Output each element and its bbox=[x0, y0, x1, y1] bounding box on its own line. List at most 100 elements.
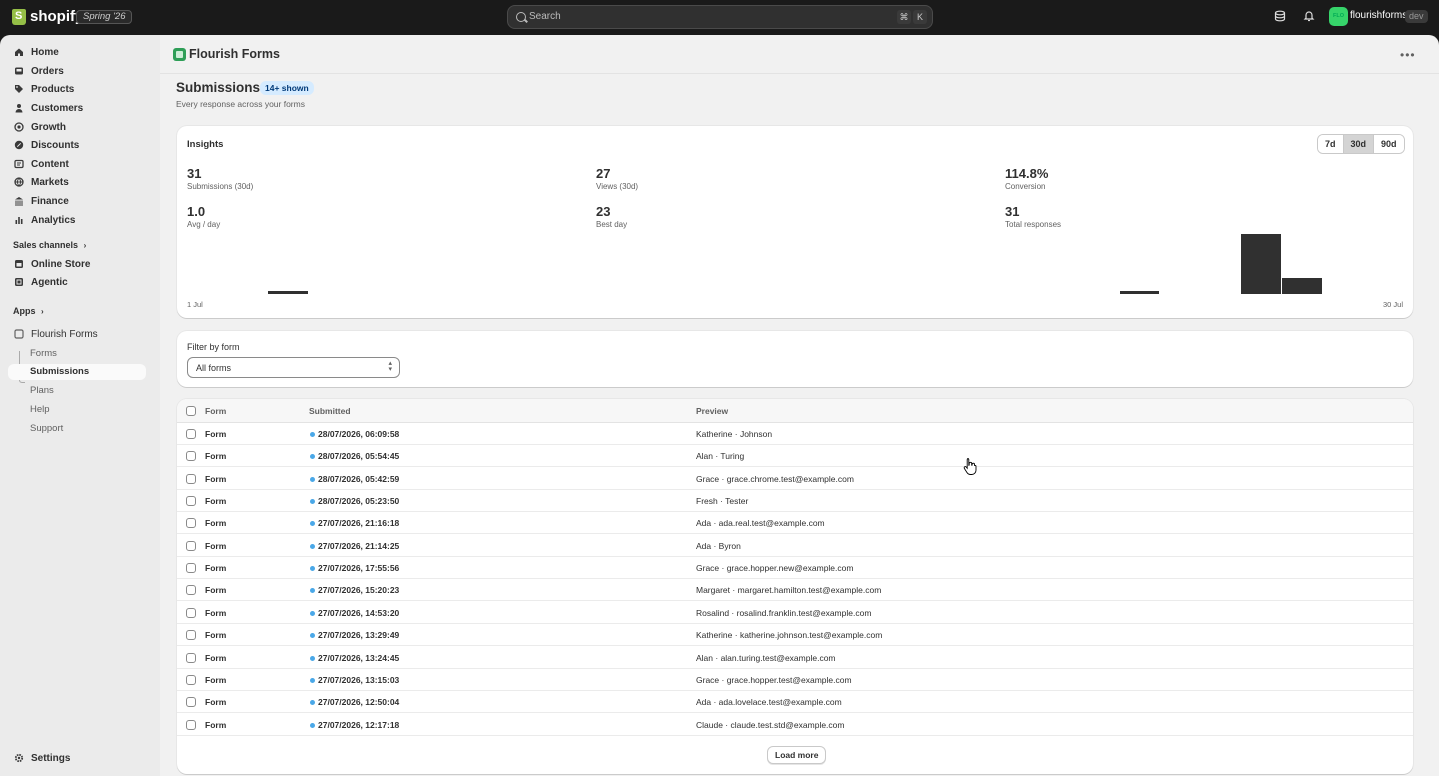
cell-submitted: 28/07/2026, 06:09:58 bbox=[318, 429, 400, 439]
sidebar-item-home[interactable]: Home bbox=[8, 43, 148, 61]
main-content: Flourish Forms ••• Submissions 14+ shown… bbox=[160, 35, 1439, 776]
range-90d-button[interactable]: 90d bbox=[1374, 135, 1404, 153]
row-checkbox[interactable] bbox=[186, 697, 196, 708]
cell-preview: Rosalind · rosalind.franklin.test@exampl… bbox=[696, 607, 872, 618]
tag-icon bbox=[15, 85, 23, 93]
status-dot-icon bbox=[310, 610, 315, 616]
row-checkbox[interactable] bbox=[186, 630, 196, 641]
table-row[interactable]: Form 27/07/2026, 21:16:18 Ada · ada.real.t… bbox=[177, 512, 1413, 535]
database-icon[interactable] bbox=[1273, 10, 1287, 24]
table-row[interactable]: Form 27/07/2026, 17:55:56 Grace · grace.ho… bbox=[177, 557, 1413, 580]
more-actions-icon[interactable]: ••• bbox=[1400, 48, 1416, 62]
cell-form: Form bbox=[205, 518, 227, 529]
sidebar-item-online-store[interactable]: Online Store bbox=[8, 255, 148, 273]
row-checkbox[interactable] bbox=[186, 585, 196, 596]
sidebar-item-markets[interactable]: Markets bbox=[8, 173, 148, 191]
table-row[interactable]: Form 28/07/2026, 05:54:45 Alan · Turing bbox=[177, 445, 1413, 468]
search-bar[interactable]: Search ⌘ K bbox=[507, 5, 933, 29]
table-row[interactable]: Form 27/07/2026, 12:50:04 Ada · ada.lovela… bbox=[177, 691, 1413, 714]
sidebar-subitem-help[interactable]: Help bbox=[30, 404, 50, 415]
shopify-logo[interactable]: shopify bbox=[12, 8, 83, 25]
table-row[interactable]: Form 27/07/2026, 21:14:25 Ada · Byron bbox=[177, 535, 1413, 557]
table-row[interactable]: Form 27/07/2026, 13:29:49 Katherine · kath… bbox=[177, 624, 1413, 647]
row-checkbox[interactable] bbox=[186, 719, 196, 730]
apps-heading[interactable]: Apps › bbox=[13, 306, 44, 316]
store-avatar[interactable]: FLO bbox=[1329, 7, 1348, 26]
row-checkbox[interactable] bbox=[186, 674, 196, 685]
store-name[interactable]: flourishforms bbox=[1350, 10, 1407, 21]
sidebar-item-analytics[interactable]: Analytics bbox=[8, 211, 148, 229]
cell-form: Form bbox=[205, 451, 227, 462]
row-checkbox[interactable] bbox=[186, 563, 196, 574]
table-row[interactable]: Form 28/07/2026, 05:23:50 Fresh · Tester bbox=[177, 490, 1413, 513]
chart-bar bbox=[1119, 291, 1160, 294]
column-header-preview[interactable]: Preview bbox=[696, 406, 728, 416]
cell-form: Form bbox=[205, 697, 227, 708]
row-checkbox[interactable] bbox=[186, 451, 196, 462]
metric-value: 27 bbox=[596, 166, 611, 181]
row-checkbox[interactable] bbox=[186, 652, 196, 663]
sales-channels-label: Sales channels bbox=[13, 240, 79, 250]
sales-channels-heading[interactable]: Sales channels › bbox=[13, 240, 86, 250]
row-checkbox[interactable] bbox=[186, 473, 196, 484]
cell-form: Form bbox=[205, 652, 227, 663]
table-row[interactable]: Form 27/07/2026, 13:15:03 Grace · grace.ho… bbox=[177, 669, 1413, 691]
sidebar-item-content[interactable]: Content bbox=[8, 155, 148, 173]
sidebar-item-settings[interactable]: Settings bbox=[8, 749, 148, 767]
cell-submitted: 27/07/2026, 12:17:18 bbox=[318, 719, 400, 730]
sidebar-item-discounts[interactable]: Discounts bbox=[8, 136, 148, 154]
cell-submitted: 27/07/2026, 12:50:04 bbox=[318, 697, 400, 708]
cell-form: Form bbox=[205, 563, 227, 574]
status-dot-icon bbox=[310, 722, 315, 728]
sidebar-subitem-forms[interactable]: Forms bbox=[30, 348, 57, 359]
sidebar-item-finance[interactable]: Finance bbox=[8, 192, 148, 210]
status-dot-icon bbox=[310, 476, 315, 482]
row-checkbox[interactable] bbox=[186, 607, 196, 618]
table-row[interactable]: Form 27/07/2026, 15:20:23 Margaret · marga… bbox=[177, 579, 1413, 602]
range-30d-button[interactable]: 30d bbox=[1343, 135, 1375, 153]
load-more-button[interactable]: Load more bbox=[767, 746, 827, 764]
sidebar-subitem-submissions[interactable]: Submissions bbox=[8, 364, 146, 380]
page-subtitle: Every response across your forms bbox=[176, 99, 305, 109]
app-header: Flourish Forms ••• bbox=[160, 35, 1439, 74]
metric-avg-per-day: 1.0 Avg / day bbox=[187, 204, 220, 229]
cell-submitted: 27/07/2026, 13:29:49 bbox=[318, 630, 400, 641]
cell-form: Form bbox=[205, 585, 227, 596]
select-all-checkbox[interactable] bbox=[186, 406, 196, 416]
column-header-form[interactable]: Form bbox=[205, 406, 226, 416]
sidebar-item-growth[interactable]: Growth bbox=[8, 118, 148, 136]
table-row[interactable]: Form 27/07/2026, 13:24:45 Alan · alan.turi… bbox=[177, 647, 1413, 669]
cell-preview: Margaret · margaret.hamilton.test@exampl… bbox=[696, 585, 882, 596]
sidebar-item-label: Finance bbox=[31, 195, 69, 207]
row-checkbox[interactable] bbox=[186, 496, 196, 507]
row-checkbox[interactable] bbox=[186, 518, 196, 529]
metric-value: 114.8% bbox=[1005, 166, 1049, 181]
submissions-bar-chart bbox=[187, 234, 1403, 294]
table-row[interactable]: Form 27/07/2026, 12:17:18 Claude · claude.… bbox=[177, 714, 1413, 736]
table-row[interactable]: Form 27/07/2026, 14:53:20 Rosalind · rosal… bbox=[177, 602, 1413, 624]
sidebar-item-orders[interactable]: Orders bbox=[8, 62, 148, 80]
row-checkbox[interactable] bbox=[186, 429, 196, 439]
sidebar-item-flourish-forms[interactable]: Flourish Forms bbox=[8, 325, 148, 343]
form-filter-select[interactable]: All forms ▴ ▾ bbox=[187, 357, 400, 378]
sidebar-item-label: Customers bbox=[31, 102, 84, 114]
sidebar-item-agentic[interactable]: Agentic bbox=[8, 273, 148, 291]
cell-preview: Ada · Byron bbox=[696, 540, 741, 551]
range-7d-button[interactable]: 7d bbox=[1318, 135, 1344, 153]
sidebar-subitem-plans[interactable]: Plans bbox=[30, 385, 54, 396]
sidebar-item-label: Settings bbox=[31, 752, 71, 764]
status-dot-icon bbox=[310, 499, 315, 505]
chevron-right-icon: › bbox=[83, 241, 87, 250]
sidebar-item-customers[interactable]: Customers bbox=[8, 99, 148, 117]
table-header: Form Submitted Preview bbox=[177, 399, 1413, 423]
bell-icon[interactable] bbox=[1302, 10, 1316, 24]
sidebar-subitem-support[interactable]: Support bbox=[30, 423, 63, 434]
table-row[interactable]: Form 28/07/2026, 06:09:58 Katherine · John… bbox=[177, 423, 1413, 445]
sidebar-item-label: Flourish Forms bbox=[31, 328, 98, 340]
chart-icon bbox=[15, 217, 23, 224]
row-checkbox[interactable] bbox=[186, 540, 196, 551]
table-row[interactable]: Form 28/07/2026, 05:42:59 Grace · grace.ch… bbox=[177, 468, 1413, 490]
column-header-submitted[interactable]: Submitted bbox=[309, 406, 351, 416]
insights-card: Insights 7d 30d 90d 31 Submissions (30d)… bbox=[177, 126, 1413, 318]
sidebar-item-products[interactable]: Products bbox=[8, 80, 148, 98]
